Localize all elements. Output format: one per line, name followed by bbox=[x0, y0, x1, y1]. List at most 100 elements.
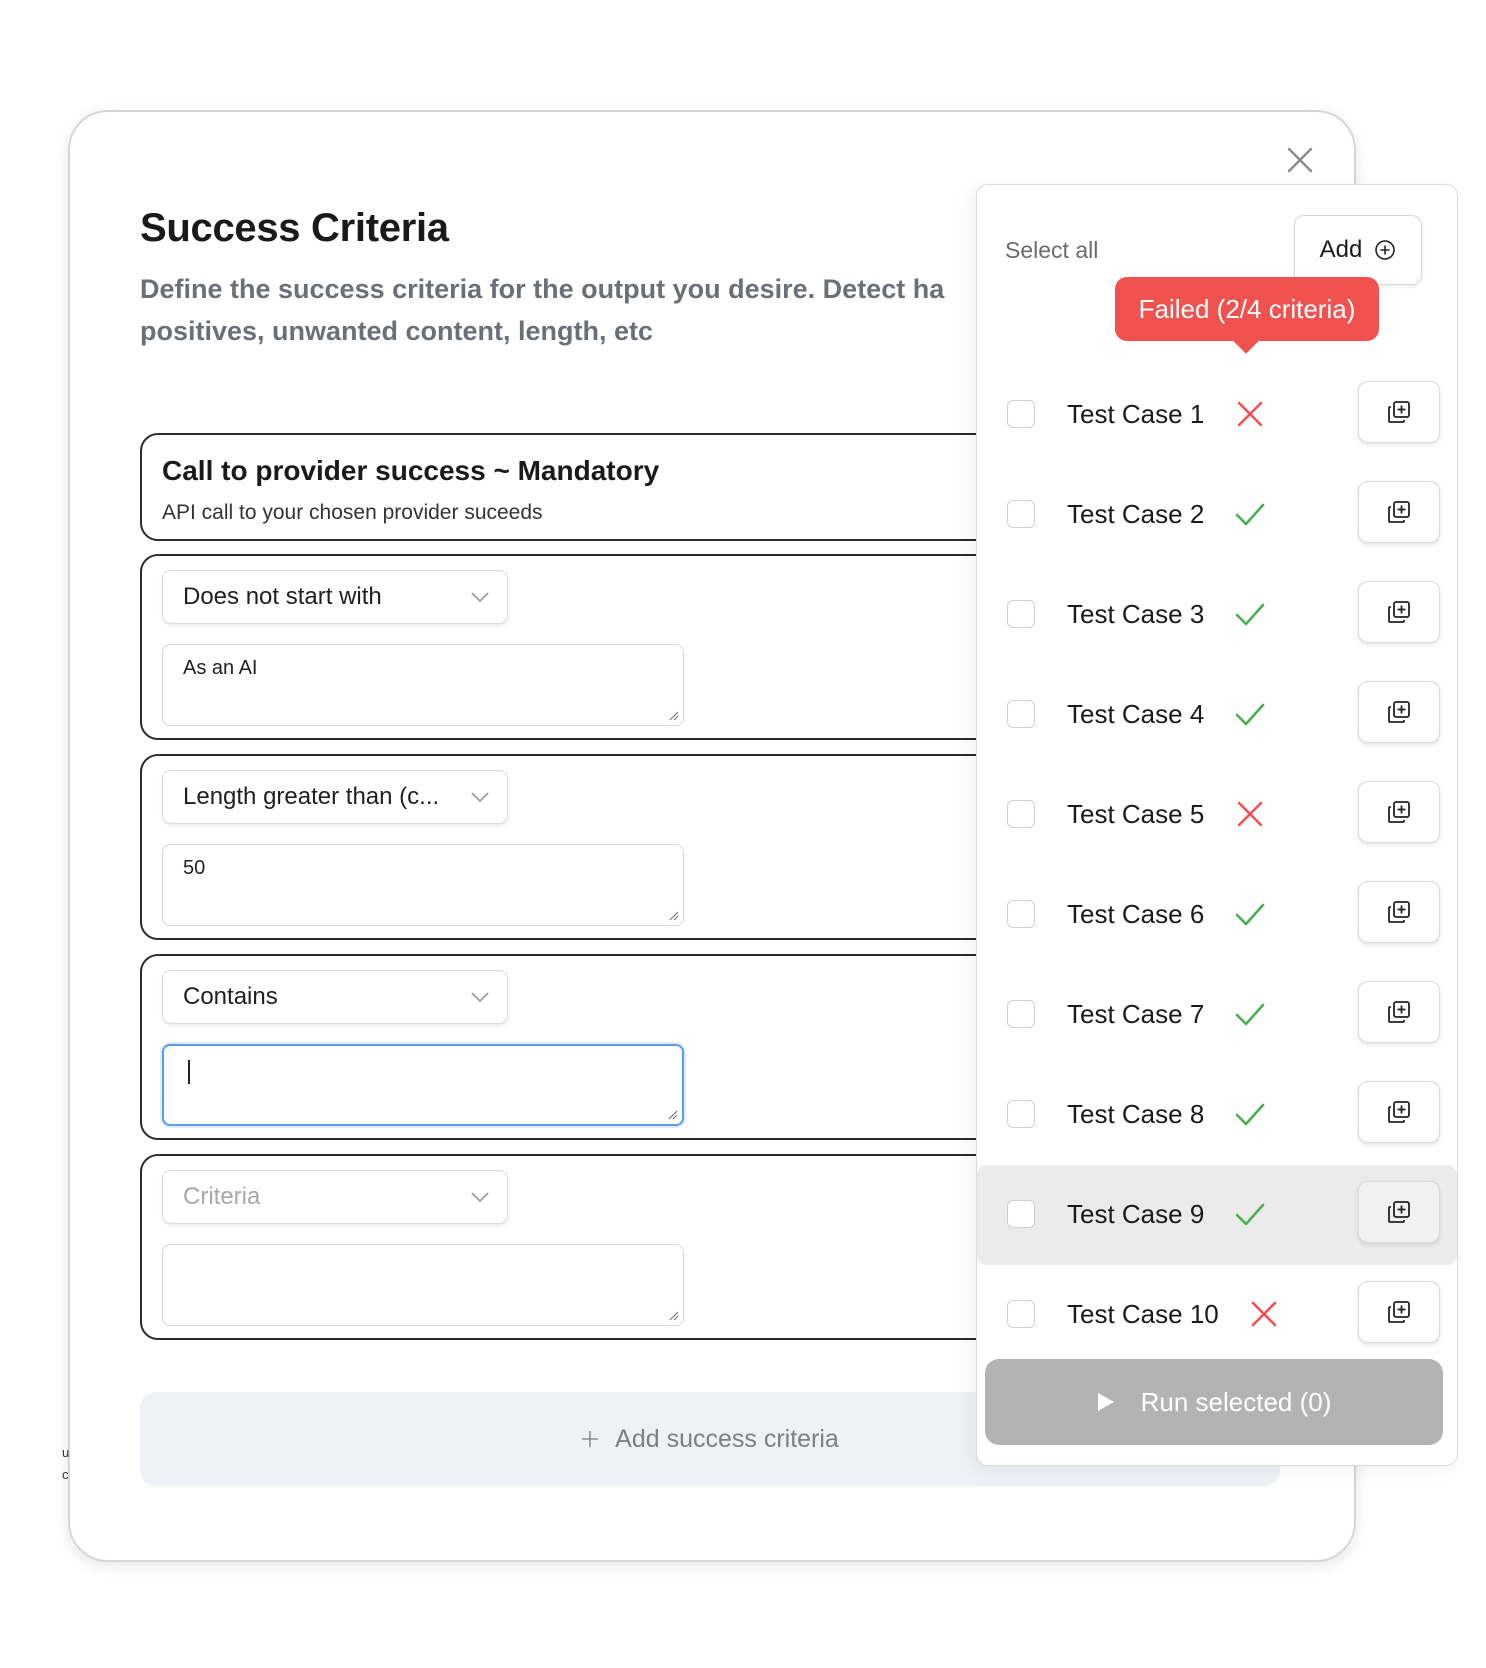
test-case-row[interactable]: Test Case 2 bbox=[977, 465, 1457, 565]
duplicate-test-case-button[interactable] bbox=[1358, 781, 1440, 843]
test-case-label: Test Case 3 bbox=[1067, 599, 1205, 629]
criteria-type-value: Length greater than (c... bbox=[183, 783, 440, 810]
test-case-row[interactable]: Test Case 1 bbox=[977, 365, 1457, 465]
criteria-card: Does not start with As an AI bbox=[140, 554, 1000, 740]
duplicate-test-case-button[interactable] bbox=[1358, 1081, 1440, 1143]
test-case-checkbox[interactable] bbox=[1007, 900, 1035, 928]
chevron-down-icon bbox=[471, 992, 489, 1003]
test-case-checkbox[interactable] bbox=[1007, 1200, 1035, 1228]
test-case-label: Test Case 1 bbox=[1067, 399, 1205, 429]
duplicate-test-case-button[interactable] bbox=[1358, 881, 1440, 943]
criteria-value-input[interactable]: As an AI bbox=[162, 644, 684, 726]
test-case-checkbox[interactable] bbox=[1007, 800, 1035, 828]
test-case-checkbox[interactable] bbox=[1007, 600, 1035, 628]
criteria-type-select[interactable]: Criteria bbox=[162, 1170, 508, 1224]
pass-check-icon bbox=[1235, 603, 1265, 626]
fail-x-icon[interactable] bbox=[1233, 397, 1267, 431]
test-case-checkbox[interactable] bbox=[1007, 1100, 1035, 1128]
duplicate-test-case-button[interactable] bbox=[1358, 1281, 1440, 1343]
select-all-link[interactable]: Select all bbox=[1005, 237, 1098, 264]
test-case-row[interactable]: Test Case 3 bbox=[977, 565, 1457, 665]
duplicate-test-case-button[interactable] bbox=[1358, 1181, 1440, 1243]
duplicate-icon bbox=[1388, 701, 1410, 723]
fail-x-icon[interactable] bbox=[1247, 1297, 1281, 1331]
close-icon[interactable] bbox=[1280, 140, 1320, 180]
add-test-case-label: Add bbox=[1319, 236, 1363, 263]
mandatory-criteria-card: Call to provider success ~ Mandatory API… bbox=[140, 433, 1000, 541]
criteria-card: Criteria bbox=[140, 1154, 1000, 1340]
add-success-criteria-label: Add success criteria bbox=[615, 1424, 839, 1453]
text-cursor bbox=[188, 1060, 190, 1084]
duplicate-icon bbox=[1388, 601, 1410, 623]
add-test-case-button[interactable]: Add bbox=[1294, 215, 1422, 285]
plus-circle-icon bbox=[1375, 240, 1396, 260]
background-text-fragment: uc bbox=[62, 1445, 70, 1482]
resize-handle-icon[interactable] bbox=[667, 709, 679, 721]
page-subtitle: Define the success criteria for the outp… bbox=[140, 268, 960, 352]
test-case-label: Test Case 10 bbox=[1067, 1299, 1219, 1329]
pass-check-icon bbox=[1235, 1203, 1265, 1226]
test-case-checkbox[interactable] bbox=[1007, 500, 1035, 528]
duplicate-icon bbox=[1388, 1001, 1410, 1023]
test-case-row[interactable]: Test Case 4 bbox=[977, 665, 1457, 765]
test-case-label: Test Case 9 bbox=[1067, 1199, 1205, 1229]
criteria-type-select[interactable]: Does not start with bbox=[162, 570, 508, 624]
test-case-row[interactable]: Test Case 7 bbox=[977, 965, 1457, 1065]
duplicate-icon bbox=[1388, 501, 1410, 523]
chevron-down-icon bbox=[471, 592, 489, 603]
subtitle-line-2: positives, unwanted content, length, etc bbox=[140, 316, 654, 346]
test-case-row[interactable]: Test Case 6 bbox=[977, 865, 1457, 965]
run-selected-label: Run selected (0) bbox=[1140, 1386, 1332, 1417]
duplicate-icon bbox=[1388, 1201, 1410, 1223]
duplicate-test-case-button[interactable] bbox=[1358, 381, 1440, 443]
test-case-label: Test Case 2 bbox=[1067, 499, 1205, 529]
duplicate-icon bbox=[1388, 1101, 1410, 1123]
run-selected-button[interactable]: Run selected (0) bbox=[985, 1359, 1443, 1445]
criteria-card: Contains bbox=[140, 954, 1000, 1140]
chevron-down-icon bbox=[471, 1192, 489, 1203]
tooltip-text: Failed (2/4 criteria) bbox=[1138, 293, 1356, 324]
chevron-down-icon bbox=[471, 792, 489, 803]
pass-check-icon bbox=[1235, 1003, 1265, 1026]
test-case-row[interactable]: Test Case 9 bbox=[977, 1165, 1457, 1265]
criteria-value-text: As an AI bbox=[183, 657, 258, 679]
pass-check-icon bbox=[1235, 1103, 1265, 1126]
test-case-checkbox[interactable] bbox=[1007, 400, 1035, 428]
test-case-label: Test Case 5 bbox=[1067, 799, 1205, 829]
test-case-row[interactable]: Test Case 5 bbox=[977, 765, 1457, 865]
criteria-value-input[interactable] bbox=[162, 1044, 684, 1126]
duplicate-test-case-button[interactable] bbox=[1358, 681, 1440, 743]
duplicate-test-case-button[interactable] bbox=[1358, 481, 1440, 543]
mandatory-criteria-description: API call to your chosen provider suceeds bbox=[162, 501, 543, 524]
resize-handle-icon[interactable] bbox=[666, 1108, 678, 1120]
criteria-type-select[interactable]: Length greater than (c... bbox=[162, 770, 508, 824]
test-case-row[interactable]: Test Case 10 bbox=[977, 1265, 1457, 1365]
duplicate-test-case-button[interactable] bbox=[1358, 981, 1440, 1043]
fail-x-icon[interactable] bbox=[1233, 797, 1267, 831]
duplicate-icon bbox=[1388, 801, 1410, 823]
subtitle-line-1: Define the success criteria for the outp… bbox=[140, 274, 945, 304]
failed-criteria-tooltip: Failed (2/4 criteria) bbox=[1115, 277, 1379, 354]
test-case-checkbox[interactable] bbox=[1007, 700, 1035, 728]
pass-check-icon bbox=[1235, 703, 1265, 726]
criteria-type-select[interactable]: Contains bbox=[162, 970, 508, 1024]
test-case-label: Test Case 4 bbox=[1067, 699, 1205, 729]
criteria-type-value: Does not start with bbox=[183, 583, 382, 610]
test-case-checkbox[interactable] bbox=[1007, 1300, 1035, 1328]
duplicate-test-case-button[interactable] bbox=[1358, 581, 1440, 643]
resize-handle-icon[interactable] bbox=[667, 1309, 679, 1321]
page-title: Success Criteria bbox=[140, 206, 449, 250]
mandatory-criteria-title: Call to provider success ~ Mandatory bbox=[162, 455, 660, 486]
duplicate-icon bbox=[1388, 1301, 1410, 1323]
criteria-value-input[interactable] bbox=[162, 1244, 684, 1326]
test-case-label: Test Case 8 bbox=[1067, 1099, 1205, 1129]
test-case-checkbox[interactable] bbox=[1007, 1000, 1035, 1028]
test-case-label: Test Case 7 bbox=[1067, 999, 1205, 1029]
criteria-value-input[interactable]: 50 bbox=[162, 844, 684, 926]
resize-handle-icon[interactable] bbox=[667, 909, 679, 921]
criteria-card: Length greater than (c... 50 bbox=[140, 754, 1000, 940]
test-case-row[interactable]: Test Case 8 bbox=[977, 1065, 1457, 1165]
pass-check-icon bbox=[1235, 903, 1265, 926]
criteria-value-text: 50 bbox=[183, 857, 206, 879]
tooltip-arrow bbox=[1233, 328, 1259, 354]
